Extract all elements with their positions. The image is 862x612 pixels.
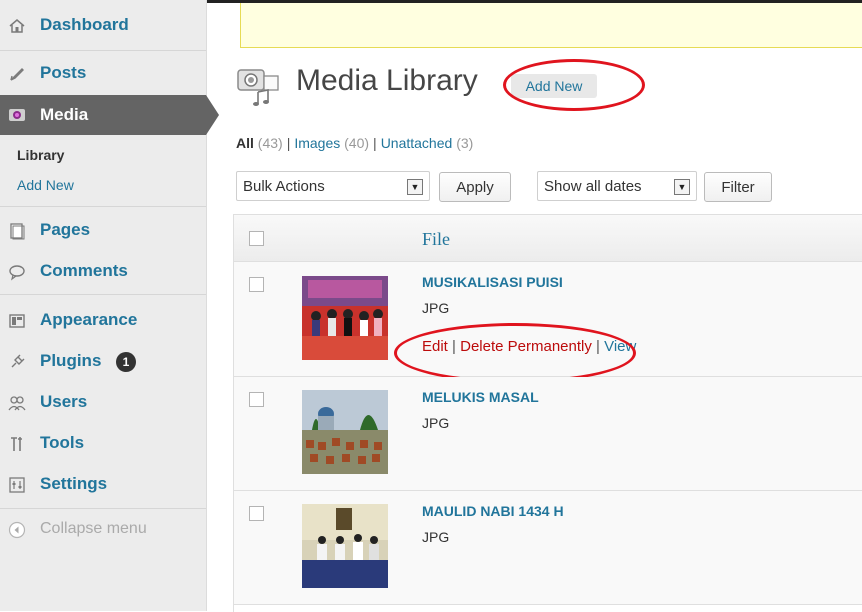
media-file-type: JPG — [422, 529, 450, 545]
dashboard-icon — [8, 17, 26, 35]
sidebar-item-label: Settings — [40, 474, 108, 493]
pages-icon — [8, 222, 26, 240]
media-title-link[interactable]: MAULID NABI 1434 H — [422, 503, 564, 519]
sidebar-item-media[interactable]: Media — [0, 95, 219, 135]
filter-images[interactable]: Images (40) — [294, 135, 369, 151]
date-filter-select[interactable]: Show all dates ▼ — [537, 171, 697, 201]
table-row: MAULID NABI 1434 H JPG — [234, 491, 862, 605]
sidebar-item-posts[interactable]: Posts — [0, 56, 206, 90]
collapse-arrow-icon — [8, 521, 26, 539]
menu-separator — [0, 294, 206, 295]
posts-icon — [8, 65, 26, 83]
filter-all[interactable]: All (43) — [236, 135, 283, 151]
chevron-down-icon: ▼ — [674, 179, 690, 195]
sidebar-item-appearance[interactable]: Appearance — [0, 303, 206, 337]
comments-icon — [8, 263, 26, 281]
appearance-icon — [8, 312, 26, 330]
bulk-actions-select[interactable]: Bulk Actions ▼ — [236, 171, 430, 201]
filter-button[interactable]: Filter — [704, 172, 772, 202]
update-notice — [240, 3, 862, 48]
sidebar-item-pages[interactable]: Pages — [0, 213, 206, 247]
settings-icon — [8, 476, 26, 494]
submenu-library[interactable]: Library — [17, 147, 64, 163]
table-row: MUSIKALISASI PUISI JPG Edit | Delete Per… — [234, 262, 862, 383]
sidebar-item-label: Users — [40, 392, 88, 411]
plugins-icon — [8, 353, 26, 371]
sidebar-item-label: Comments — [40, 261, 128, 280]
menu-separator — [0, 206, 206, 207]
table-header: File — [234, 215, 862, 262]
highlight-ellipse-row-actions — [394, 323, 636, 383]
users-icon — [8, 394, 26, 412]
sidebar-item-dashboard[interactable]: Dashboard — [0, 8, 206, 42]
bulk-actions-value: Bulk Actions — [243, 177, 325, 195]
media-table: File MUSIKALISASI PUISI JPG Edit | Delet… — [233, 214, 862, 612]
collapse-menu-button[interactable]: Collapse menu — [0, 512, 206, 546]
media-file-type: JPG — [422, 415, 450, 431]
media-thumbnail[interactable] — [302, 504, 388, 588]
sidebar-item-label: Media — [40, 105, 89, 124]
sidebar-item-tools[interactable]: Tools — [0, 426, 206, 460]
row-checkbox[interactable] — [249, 506, 264, 521]
media-thumbnail[interactable] — [302, 276, 388, 360]
media-library-icon — [236, 66, 284, 108]
sidebar-item-plugins[interactable]: Plugins 1 — [0, 344, 206, 378]
sidebar-item-label: Posts — [40, 63, 87, 82]
sidebar-item-label: Appearance — [40, 310, 138, 329]
select-all-checkbox[interactable] — [249, 231, 264, 246]
plugins-update-badge: 1 — [116, 352, 136, 372]
sidebar-item-label: Pages — [40, 220, 91, 239]
tools-icon — [8, 435, 26, 453]
sidebar-item-label: Tools — [40, 433, 85, 452]
submenu-add-new[interactable]: Add New — [17, 177, 74, 193]
active-menu-arrow — [206, 95, 219, 135]
table-row: MELUKIS MASAL JPG — [234, 377, 862, 491]
menu-separator — [0, 508, 206, 509]
menu-separator — [0, 50, 206, 51]
apply-button[interactable]: Apply — [439, 172, 511, 202]
filter-unattached[interactable]: Unattached (3) — [381, 135, 474, 151]
media-title-link[interactable]: MUSIKALISASI PUISI — [422, 274, 563, 290]
sidebar-item-comments[interactable]: Comments — [0, 254, 206, 288]
chevron-down-icon: ▼ — [407, 179, 423, 195]
media-file-type: JPG — [422, 300, 450, 316]
date-filter-value: Show all dates — [544, 177, 642, 195]
media-filter-links: All (43) | Images (40) | Unattached (3) — [236, 135, 474, 151]
sidebar-item-users[interactable]: Users — [0, 385, 206, 419]
media-icon — [8, 106, 26, 124]
column-header-file[interactable]: File — [422, 229, 450, 250]
media-title-link[interactable]: MELUKIS MASAL — [422, 389, 539, 405]
sidebar-item-label: Dashboard — [40, 15, 129, 34]
collapse-menu-label: Collapse menu — [40, 520, 147, 537]
sidebar-item-settings[interactable]: Settings — [0, 467, 206, 501]
sidebar-item-label: Plugins — [40, 351, 102, 370]
admin-sidebar: Dashboard Posts Media Library Add New Pa… — [0, 0, 219, 611]
row-checkbox[interactable] — [249, 392, 264, 407]
media-thumbnail[interactable] — [302, 390, 388, 474]
page-title: Media Library — [296, 64, 478, 97]
highlight-ellipse-add-new — [503, 59, 645, 111]
row-checkbox[interactable] — [249, 277, 264, 292]
